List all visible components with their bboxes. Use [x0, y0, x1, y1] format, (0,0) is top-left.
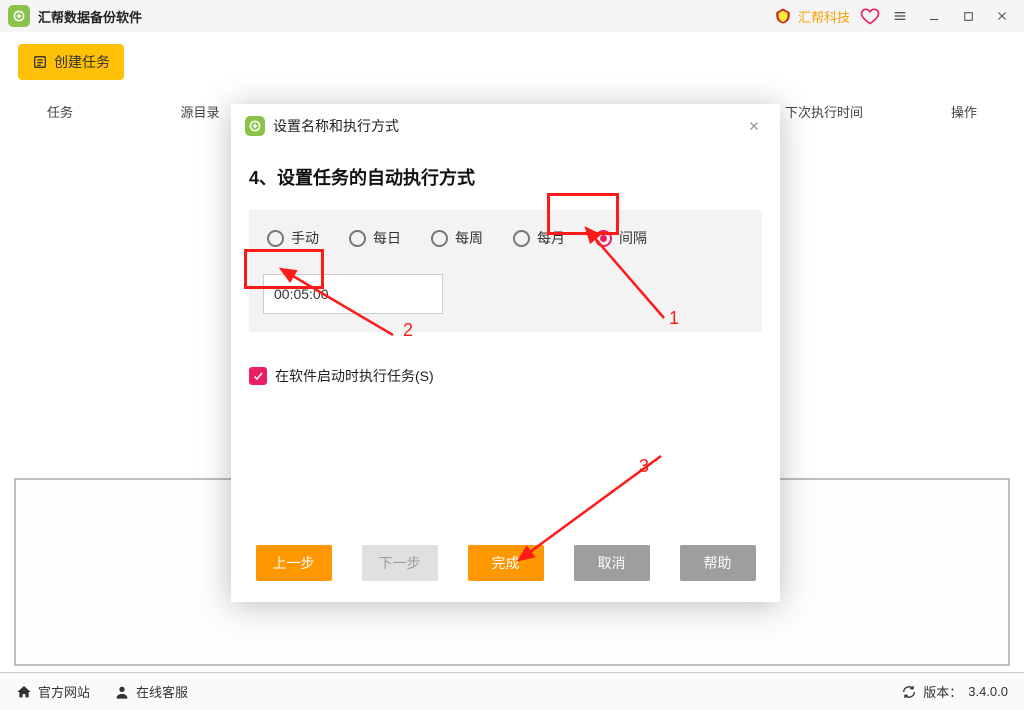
next-button[interactable]: 下一步	[362, 545, 438, 581]
radio-icon	[349, 230, 366, 247]
modal-header: 设置名称和执行方式	[231, 104, 780, 148]
radio-interval-label: 间隔	[619, 228, 647, 248]
annotation-number-3: 3	[639, 456, 649, 477]
radio-icon	[267, 230, 284, 247]
step-title: 4、设置任务的自动执行方式	[249, 164, 762, 190]
help-button[interactable]: 帮助	[680, 545, 756, 581]
radio-daily[interactable]: 每日	[345, 226, 405, 250]
radio-manual[interactable]: 手动	[263, 226, 323, 250]
close-icon	[747, 119, 761, 133]
modal-title: 设置名称和执行方式	[273, 116, 399, 136]
radio-manual-label: 手动	[291, 228, 319, 248]
cancel-button[interactable]: 取消	[574, 545, 650, 581]
finish-button[interactable]: 完成	[468, 545, 544, 581]
checkbox-checked-icon	[249, 367, 267, 385]
run-on-startup-row[interactable]: 在软件启动时执行任务(S)	[249, 366, 762, 386]
modal-footer: 上一步 下一步 完成 取消 帮助	[231, 524, 780, 602]
radio-interval[interactable]: 间隔	[591, 226, 651, 250]
radio-daily-label: 每日	[373, 228, 401, 248]
modal-close-button[interactable]	[742, 114, 766, 138]
prev-button[interactable]: 上一步	[256, 545, 332, 581]
schedule-radio-group: 手动 每日 每周 每月	[263, 226, 748, 250]
radio-icon	[431, 230, 448, 247]
radio-weekly-label: 每周	[455, 228, 483, 248]
schedule-options: 手动 每日 每周 每月	[249, 210, 762, 332]
radio-monthly-label: 每月	[537, 228, 565, 248]
run-on-startup-label: 在软件启动时执行任务(S)	[275, 366, 434, 386]
interval-time-input[interactable]	[263, 274, 443, 314]
radio-icon	[595, 230, 612, 247]
radio-monthly[interactable]: 每月	[509, 226, 569, 250]
radio-icon	[513, 230, 530, 247]
modal-backdrop: 设置名称和执行方式 4、设置任务的自动执行方式 手动 每日	[0, 0, 1024, 710]
settings-modal: 设置名称和执行方式 4、设置任务的自动执行方式 手动 每日	[231, 104, 780, 602]
radio-weekly[interactable]: 每周	[427, 226, 487, 250]
modal-logo-icon	[245, 116, 265, 136]
modal-body: 4、设置任务的自动执行方式 手动 每日 每周	[231, 148, 780, 524]
